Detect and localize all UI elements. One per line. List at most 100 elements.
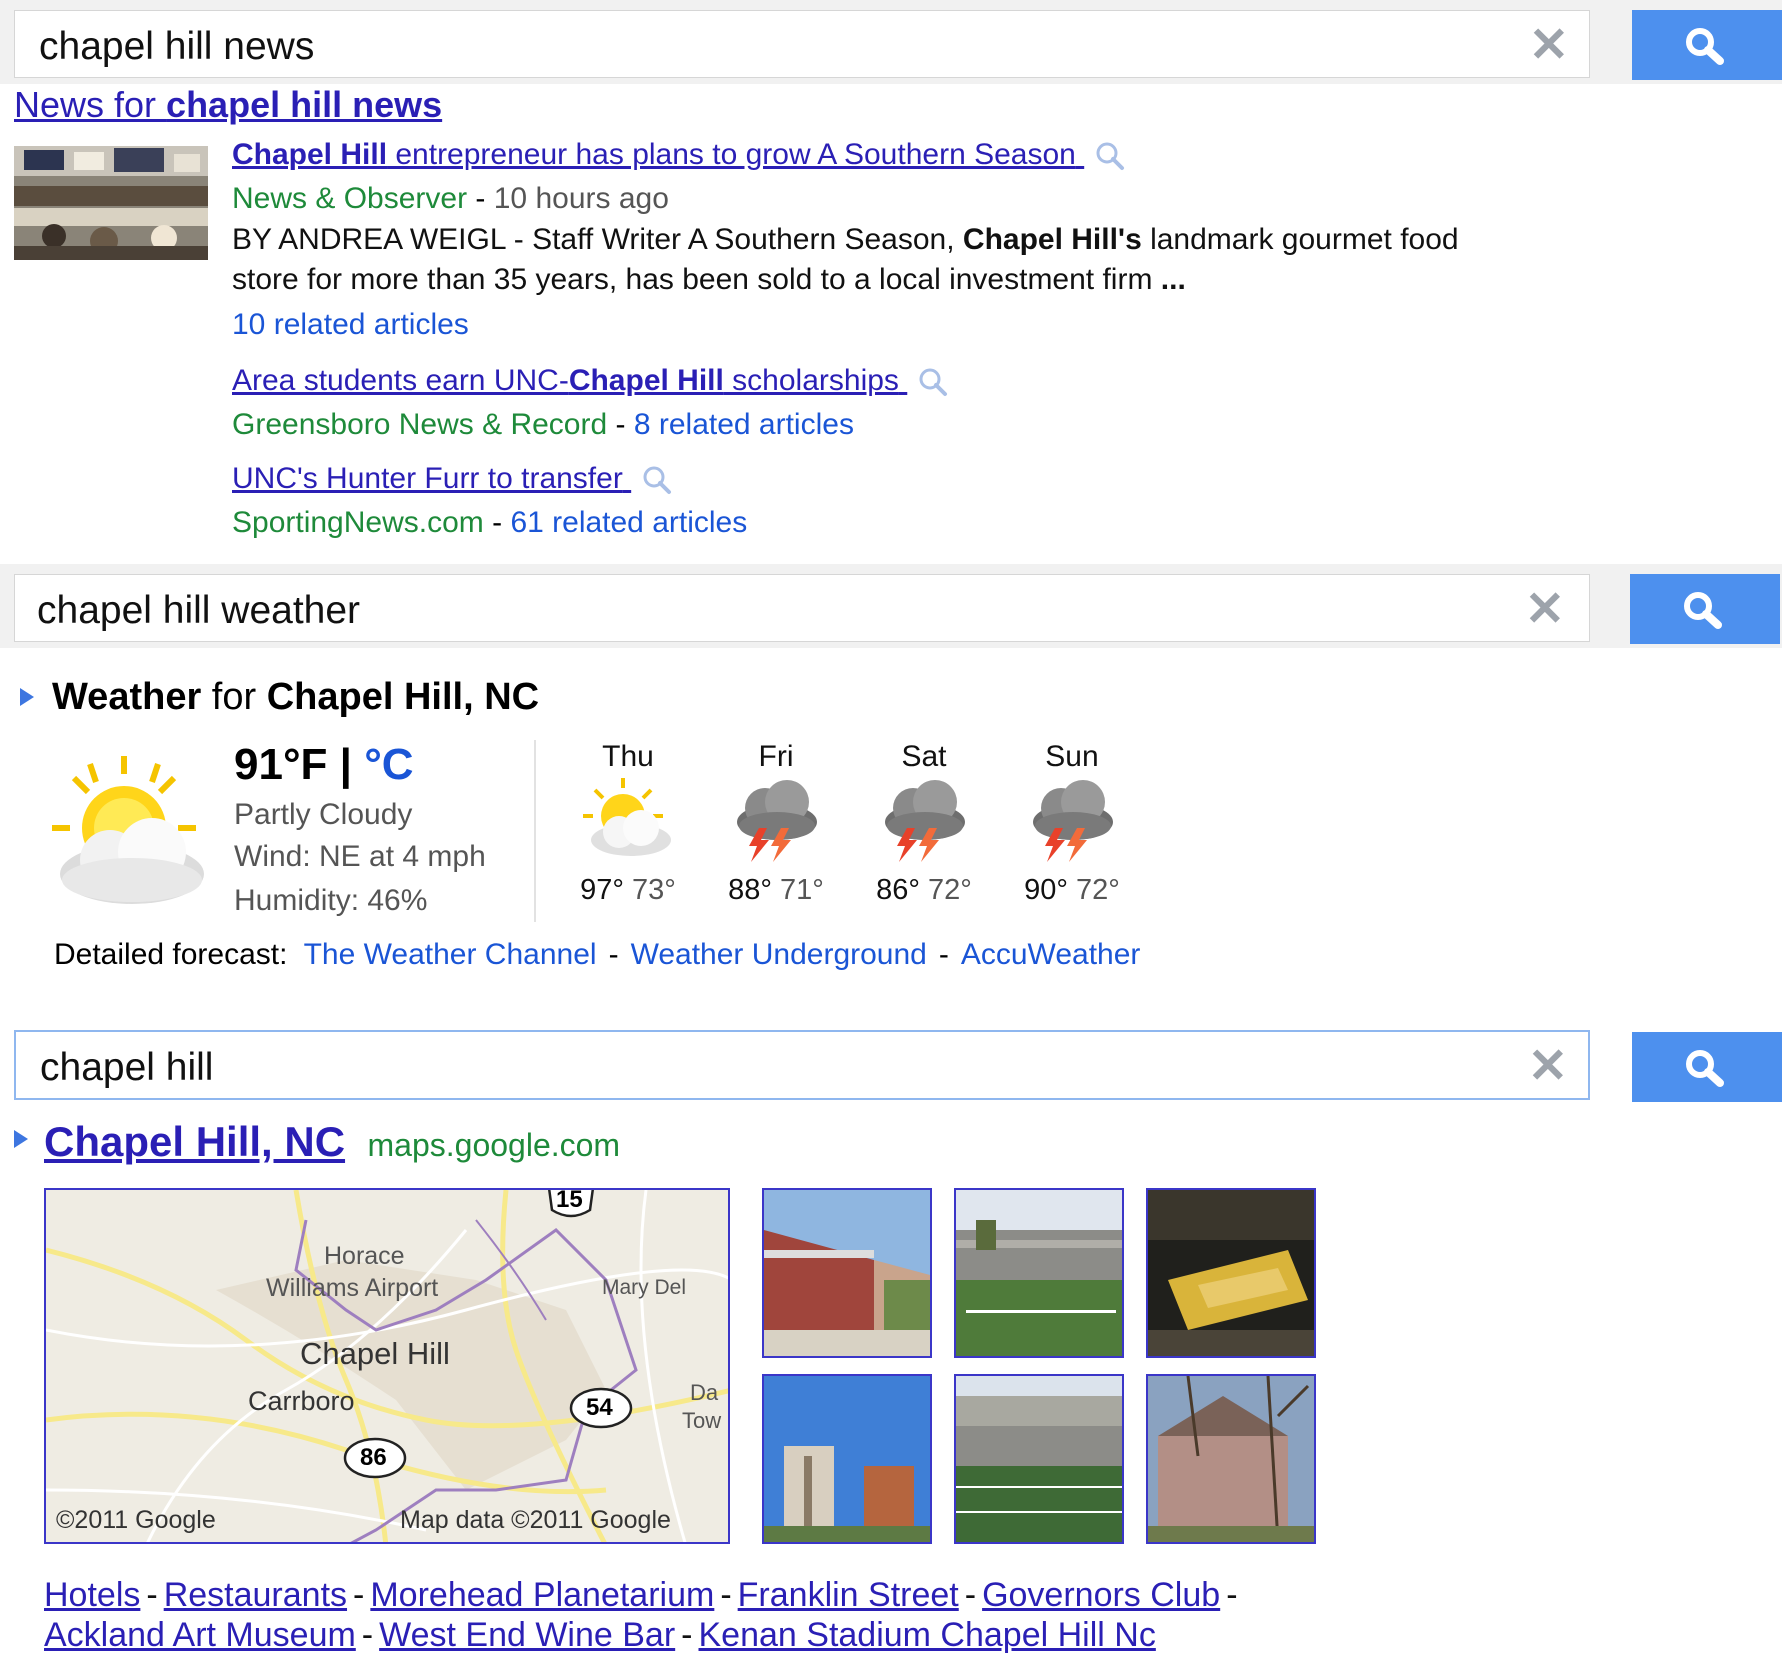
news-snippet: BY ANDREA WEIGL - Staff Writer A Souther… bbox=[232, 220, 1472, 300]
search-bar-place: chapel hill ✕ bbox=[0, 1022, 1782, 1106]
place-title-link[interactable]: Chapel Hill, NC bbox=[44, 1118, 345, 1165]
clear-icon[interactable]: ✕ bbox=[1529, 17, 1569, 73]
search-query-text: chapel hill news bbox=[39, 25, 315, 68]
related-articles-link[interactable]: 10 related articles bbox=[232, 308, 469, 341]
magnifier-icon[interactable] bbox=[917, 366, 949, 398]
place-link-ackland[interactable]: Ackland Art Museum bbox=[44, 1616, 356, 1654]
place-link-restaurants[interactable]: Restaurants bbox=[164, 1576, 347, 1614]
forecast-day-sun: Sun 90° 72° bbox=[1012, 740, 1132, 907]
map-label-da: Da bbox=[690, 1380, 719, 1405]
thunderstorm-icon bbox=[864, 778, 984, 874]
weather-channel-link[interactable]: The Weather Channel bbox=[304, 938, 597, 971]
article-title-rest: entrepreneur has plans to grow A Souther… bbox=[387, 138, 1076, 171]
accuweather-link[interactable]: AccuWeather bbox=[961, 938, 1141, 971]
forecast-high: 97° bbox=[580, 874, 633, 906]
thunderstorm-icon bbox=[716, 778, 836, 874]
map-label-carrboro: Carrboro bbox=[248, 1386, 355, 1416]
place-source: maps.google.com bbox=[367, 1127, 621, 1163]
expand-arrow-icon[interactable] bbox=[20, 688, 34, 706]
search-button[interactable] bbox=[1632, 1032, 1782, 1102]
detailed-forecast-label: Detailed forecast: bbox=[54, 938, 288, 971]
clear-icon[interactable]: ✕ bbox=[1525, 581, 1565, 637]
photo-thumbnail-3[interactable] bbox=[1146, 1188, 1316, 1358]
news-article-title-3[interactable]: UNC's Hunter Furr to transfer bbox=[232, 462, 673, 496]
forecast-high: 88° bbox=[728, 874, 781, 906]
place-links-row-1: Hotels - Restaurants - Morehead Planetarium -… bbox=[44, 1576, 1238, 1614]
snippet-bold: Chapel Hill's bbox=[962, 223, 1142, 256]
forecast-temps: 97° 73° bbox=[568, 874, 688, 907]
celsius-toggle[interactable]: °C bbox=[364, 740, 413, 789]
news-heading-link[interactable]: News for chapel hill news bbox=[14, 84, 442, 126]
article3-title: UNC's Hunter Furr to transfer bbox=[232, 462, 623, 495]
current-temp: 91°F | °C bbox=[234, 740, 414, 790]
photo-thumbnail-2[interactable] bbox=[954, 1188, 1124, 1358]
place-link-planetarium[interactable]: Morehead Planetarium bbox=[370, 1576, 714, 1614]
article2-title-a: Area students earn UNC- bbox=[232, 364, 569, 397]
news-meta-3: SportingNews.com - 61 related articles bbox=[232, 506, 747, 540]
photo-thumbnail-1[interactable] bbox=[762, 1188, 932, 1358]
related-articles-link[interactable]: 61 related articles bbox=[510, 506, 747, 539]
news-meta-1: News & Observer - 10 hours ago bbox=[232, 182, 669, 216]
news-age: 10 hours ago bbox=[493, 182, 669, 215]
forecast-day-sat: Sat 86° 72° bbox=[864, 740, 984, 907]
photo-thumbnail-5[interactable] bbox=[954, 1374, 1124, 1544]
place-link-hotels[interactable]: Hotels bbox=[44, 1576, 140, 1614]
forecast-temps: 86° 72° bbox=[864, 874, 984, 907]
weather-title: Weather for Chapel Hill, NC bbox=[52, 676, 539, 719]
search-input-news[interactable]: chapel hill news ✕ bbox=[14, 10, 1590, 78]
meta-dash: - bbox=[467, 182, 494, 215]
temp-f: 91°F bbox=[234, 740, 328, 789]
place-title-row: Chapel Hill, NC maps.google.com bbox=[44, 1118, 620, 1166]
map-preview[interactable]: 15 54 86 Horace Williams Airport Mary De… bbox=[44, 1188, 730, 1544]
search-icon bbox=[1686, 1050, 1724, 1087]
route-54-label: 54 bbox=[586, 1394, 613, 1421]
search-bar-news: chapel hill news ✕ bbox=[0, 0, 1782, 84]
weather-wind: Wind: NE at 4 mph bbox=[234, 840, 486, 873]
photo-thumbnail-6[interactable] bbox=[1146, 1374, 1316, 1544]
sun-cloud-icon bbox=[568, 778, 688, 874]
weather-condition: Partly Cloudy bbox=[234, 798, 413, 831]
weather-title-mid: for bbox=[201, 676, 267, 718]
search-query-text: chapel hill weather bbox=[37, 589, 361, 632]
news-article-title-1[interactable]: Chapel Hill entrepreneur has plans to gr… bbox=[232, 138, 1126, 172]
route-86-label: 86 bbox=[360, 1444, 387, 1471]
forecast-low: 72° bbox=[928, 874, 972, 906]
news-source: News & Observer bbox=[232, 182, 468, 215]
search-query-text: chapel hill bbox=[40, 1046, 214, 1089]
magnifier-icon[interactable] bbox=[641, 464, 673, 496]
weather-title-bold1: Weather bbox=[52, 676, 202, 718]
map-label-tow: Tow bbox=[682, 1408, 722, 1433]
place-link-kenan-stadium[interactable]: Kenan Stadium Chapel Hill Nc bbox=[699, 1616, 1156, 1654]
news-heading-prefix: News for bbox=[14, 84, 167, 125]
forecast-high: 90° bbox=[1024, 874, 1077, 906]
place-link-governors-club[interactable]: Governors Club bbox=[982, 1576, 1220, 1614]
article2-title-bold: Chapel Hill bbox=[568, 364, 724, 397]
news-article-title-2[interactable]: Area students earn UNC-Chapel Hill schol… bbox=[232, 364, 949, 398]
search-button[interactable] bbox=[1632, 10, 1782, 80]
photo-thumbnail-4[interactable] bbox=[762, 1374, 932, 1544]
search-bar-weather: chapel hill weather ✕ bbox=[0, 564, 1782, 648]
related-articles-link[interactable]: 8 related articles bbox=[634, 408, 854, 441]
forecast-day-name: Sat bbox=[901, 740, 947, 773]
search-button[interactable] bbox=[1630, 574, 1780, 644]
news-heading-query: chapel hill news bbox=[166, 84, 443, 125]
article2-title-b: scholarships bbox=[723, 364, 899, 397]
weather-underground-link[interactable]: Weather Underground bbox=[631, 938, 927, 971]
expand-arrow-icon[interactable] bbox=[14, 1130, 28, 1148]
place-link-west-end[interactable]: West End Wine Bar bbox=[379, 1616, 675, 1654]
magnifier-icon[interactable] bbox=[1094, 140, 1126, 172]
weather-humidity: Humidity: 46% bbox=[234, 884, 428, 917]
forecast-low: 72° bbox=[1076, 874, 1120, 906]
map-label-horace: Horace bbox=[324, 1242, 405, 1270]
search-input-weather[interactable]: chapel hill weather ✕ bbox=[14, 574, 1590, 642]
clear-icon[interactable]: ✕ bbox=[1528, 1038, 1568, 1094]
search-input-place[interactable]: chapel hill ✕ bbox=[14, 1030, 1590, 1100]
forecast-day-thu: Thu 97° 73° bbox=[568, 740, 688, 907]
search-icon bbox=[1686, 28, 1724, 65]
detailed-forecast: Detailed forecast: The Weather Channel - W… bbox=[54, 938, 1141, 971]
forecast-day-name: Sun bbox=[1045, 740, 1099, 773]
news-thumbnail[interactable] bbox=[14, 146, 208, 260]
thunderstorm-icon bbox=[1012, 778, 1132, 874]
news-related-1[interactable]: 10 related articles bbox=[232, 308, 469, 342]
place-link-franklin-street[interactable]: Franklin Street bbox=[738, 1576, 959, 1614]
